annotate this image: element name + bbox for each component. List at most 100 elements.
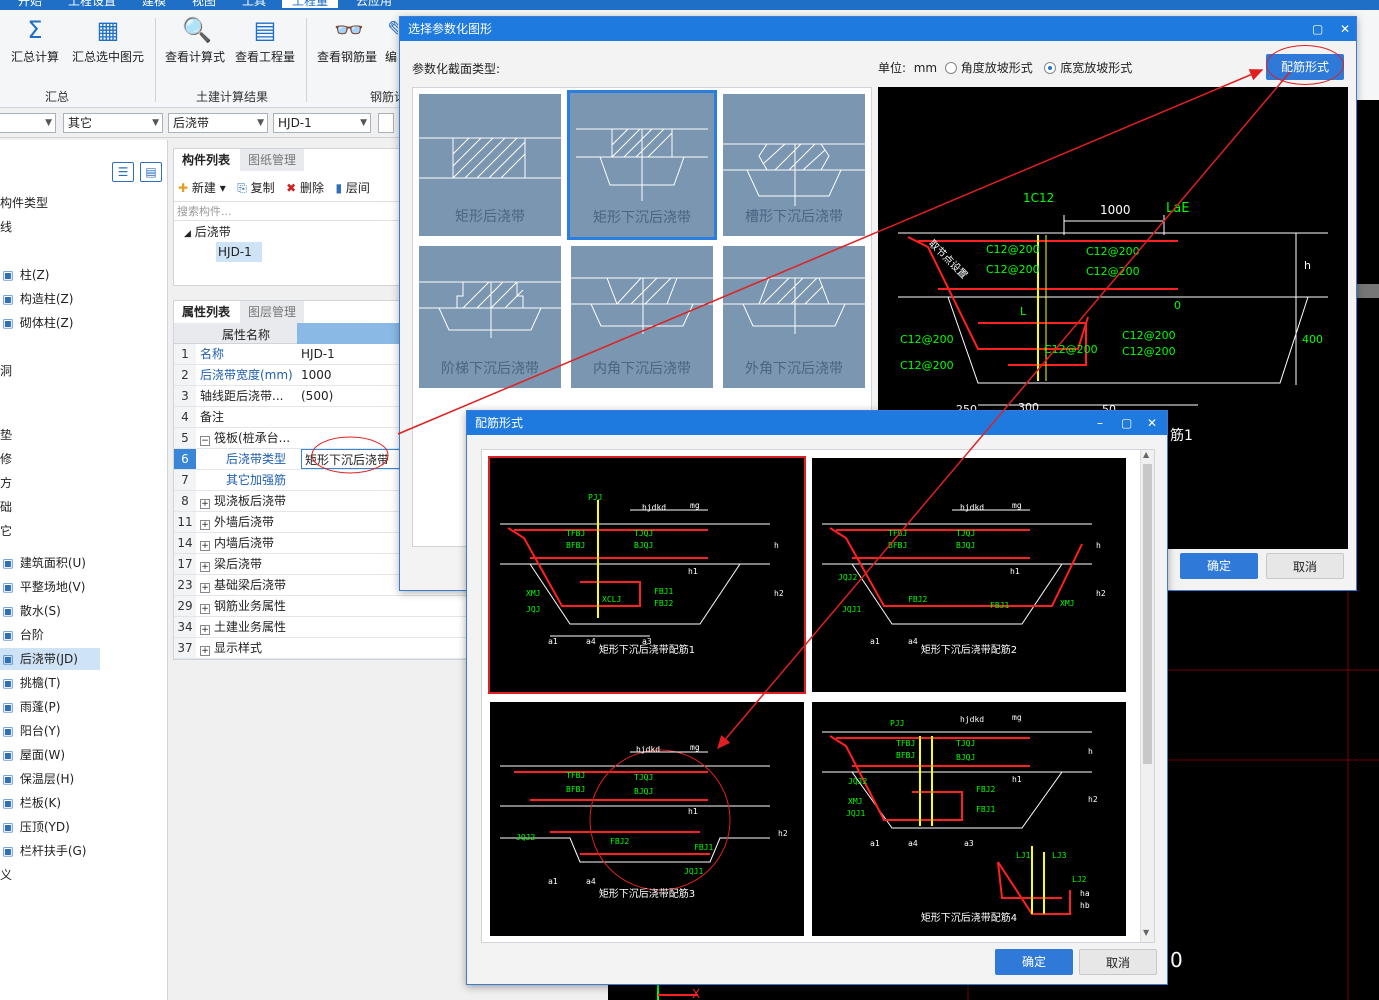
property-name: 后浇带类型 [226,452,287,466]
tree-root[interactable]: ◢ 后浇带 [184,223,231,240]
copy-button[interactable]: ⎘ 复制 [237,181,274,195]
maximize-icon[interactable]: ▢ [1121,411,1132,435]
category-combo[interactable]: 其它 ▼ [63,113,163,133]
tab-modeling[interactable]: 建模 [142,0,166,8]
nav-item[interactable]: 洞 [0,360,160,382]
type-combo[interactable]: 后浇带 ▼ [168,113,268,133]
preview-label-l: L [1020,305,1027,318]
rebar-option-3[interactable]: hjdkd mg TFBJ BFBJ TJQJ BJQJ JQJ2 FBJ2 FBJ1 JQJ1 a… [490,702,804,936]
summary-calc-button[interactable]: Σ 汇总计算 [6,16,64,64]
nav-item[interactable]: ▣ 建筑面积(U) [0,552,160,574]
nav-item[interactable]: ▣ 平整场地(V) [0,576,160,598]
rebar-cancel-button[interactable]: 取消 [1079,949,1157,975]
tab-quantity[interactable]: 工程量 [282,0,339,8]
summary-selected-button[interactable]: ▦ 汇总选中图元 [70,16,146,64]
nav-item[interactable]: ▣ 保温层(H) [0,768,160,790]
expand-icon[interactable]: + [200,562,210,572]
svg-text:JQJ2: JQJ2 [848,777,867,786]
shape-tile-rect[interactable]: 矩形后浇带 [419,94,561,236]
tab-tools[interactable]: 工具 [242,0,266,8]
nav-item[interactable]: ▣ 构造柱(Z) [0,288,160,310]
nav-item[interactable]: ▣ 台阶 [0,624,160,646]
nav-item[interactable]: ▣ 挑檐(T) [0,672,160,694]
floor-copy-button[interactable]: ▮ 层间 [335,181,369,195]
shape-tile-groove[interactable]: 槽形下沉后浇带 [723,94,865,236]
expand-icon[interactable]: + [200,646,210,656]
nav-item[interactable]: ▣ 栏板(K) [0,792,160,814]
nav-item-label: 构件类型 [0,196,49,210]
tab-layer-manage[interactable]: 图层管理 [240,301,305,323]
type-combo-value: 后浇带 [173,116,210,130]
nav-item[interactable]: 础 [0,496,160,518]
tab-cloud[interactable]: 云应用 [356,0,392,8]
view-formula-button[interactable]: 🔍 查看计算式 [162,16,228,64]
radio-width-slope[interactable]: 底宽放坡形式 [1044,61,1132,75]
svg-text:h2: h2 [1096,589,1106,598]
shape-tile-rect-sunken[interactable]: 矩形下沉后浇带 [567,90,717,240]
rebar-option-4[interactable]: PJJ hjdkd mg TFBJ BFBJ TJQJ BJQJ JQJ2 XMJ JQJ1 FBJ… [812,702,1126,936]
shape-tile-outer-angle[interactable]: 外角下沉后浇带 [723,246,865,388]
view-quantity-button[interactable]: ▤ 查看工程量 [232,16,298,64]
param-cancel-button[interactable]: 取消 [1266,553,1344,579]
nav-item[interactable]: 修 [0,448,160,470]
collapse-icon[interactable]: − [200,436,210,446]
nav-item[interactable]: 构件类型 [0,192,160,214]
rebar-ok-button[interactable]: 确定 [995,949,1073,975]
nav-item[interactable]: ▣ 后浇带(JD) [0,648,100,670]
nav-item[interactable]: ▣ 屋面(W) [0,744,160,766]
view-rebar-button[interactable]: 👓 查看钢筋量 [314,16,380,64]
list-view-icon[interactable]: ☰ [112,162,134,182]
scroll-up-icon[interactable]: ▲ [1143,450,1149,459]
nav-item[interactable]: ▣ 阳台(Y) [0,720,160,742]
shape-tile-stepped[interactable]: 阶梯下沉后浇带 [419,246,561,388]
nav-item-label: 方 [0,476,13,490]
scrollbar-thumb[interactable] [1143,464,1152,764]
nav-item[interactable]: ▣ 散水(S) [0,600,160,622]
filter-checkbox[interactable] [378,113,394,133]
svg-text:XMJ: XMJ [1060,599,1074,608]
floor-combo[interactable]: ▼ [0,113,56,133]
minimize-icon[interactable]: – [1097,411,1103,435]
maximize-icon[interactable]: ▢ [1312,17,1323,41]
filter-bar: ▼ 其它 ▼ 后浇带 ▼ HJD-1 ▼ [0,108,400,138]
nav-item[interactable]: ▣ 砌体柱(Z) [0,312,160,334]
nav-item[interactable]: 垫 [0,424,160,446]
expand-icon[interactable]: + [200,541,210,551]
nav-item[interactable]: 义 [0,864,160,886]
rebar-option-1[interactable]: PJJ hjdkd mg TFBJ BFBJ TJQJ BJQJ XMJ JQJ XCLJ FBJ1… [488,456,806,694]
expand-icon[interactable]: + [200,625,210,635]
nav-item[interactable]: 它 [0,520,160,542]
param-ok-button[interactable]: 确定 [1180,553,1258,579]
scroll-down-icon[interactable]: ▼ [1143,928,1149,937]
expand-icon[interactable]: + [200,499,210,509]
radio-angle-slope[interactable]: 角度放坡形式 [944,61,1033,75]
tab-component-list[interactable]: 构件列表 [174,149,239,171]
gallery-scrollbar[interactable]: ▲ ▼ [1140,450,1154,942]
close-icon[interactable]: ✕ [1147,411,1157,435]
grid-view-icon[interactable]: ▤ [140,162,162,182]
component-search-input[interactable]: 搜索构件... [174,201,402,221]
nav-item[interactable]: ▣ 柱(Z) [0,264,160,286]
property-value[interactable]: 矩形下沉后浇带 [301,449,405,469]
close-icon[interactable]: ✕ [1340,17,1350,41]
nav-item[interactable]: ▣ 雨蓬(P) [0,696,160,718]
component-combo[interactable]: HJD-1 ▼ [273,113,371,133]
rebar-option-2[interactable]: hjdkd mg TFBJ BFBJ TJQJ BJQJ JQJ2 JQJ1 FBJ2 FBJ1 X… [812,458,1126,692]
delete-button[interactable]: ✖ 删除 [286,181,324,195]
expand-icon[interactable]: + [200,583,210,593]
tab-drawing-manage[interactable]: 图纸管理 [240,149,305,171]
nav-item[interactable]: ▣ 栏杆扶手(G) [0,840,160,862]
tab-home[interactable]: 开始 [18,0,42,8]
tab-property-list[interactable]: 属性列表 [174,301,239,323]
tab-view[interactable]: 视图 [192,0,216,8]
expand-icon[interactable]: + [200,604,210,614]
tab-project-settings[interactable]: 工程设置 [68,0,116,8]
tree-item-hjd1[interactable]: HJD-1 [216,242,262,262]
nav-item[interactable]: 方 [0,472,160,494]
nav-item[interactable]: 线 [0,216,160,238]
nav-item[interactable]: ▣ 压顶(YD) [0,816,160,838]
expand-icon[interactable]: + [200,520,210,530]
new-button[interactable]: ✚ 新建 ▾ [178,181,226,195]
shape-tile-inner-angle[interactable]: 内角下沉后浇带 [571,246,713,388]
edit-cut-button[interactable]: ✎ 编 [384,16,398,64]
